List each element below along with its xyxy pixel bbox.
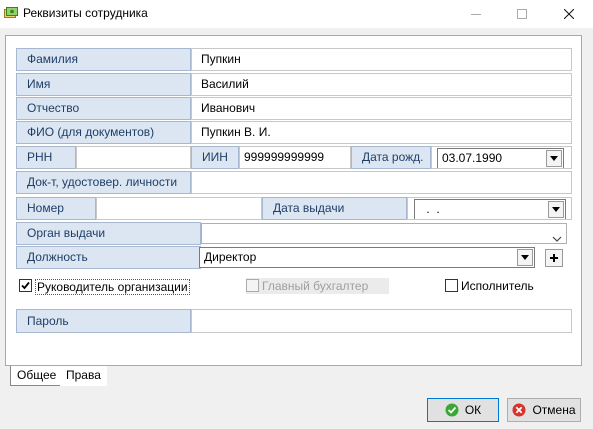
minimize-button[interactable] (453, 0, 499, 28)
issue-date-dropdown-button[interactable] (548, 201, 564, 218)
password-field[interactable] (191, 309, 572, 333)
password-label: Пароль (16, 309, 191, 333)
close-button[interactable] (546, 0, 592, 28)
issue-date-picker[interactable]: . . (414, 199, 566, 219)
issue-date-value: . . (423, 202, 440, 216)
issuer-combobox[interactable] (201, 223, 567, 244)
doc-number-label: Номер (16, 197, 96, 220)
checkbox-box[interactable] (445, 279, 458, 292)
full-name-docs-label: ФИО (для документов) (16, 121, 191, 144)
first-name-label: Имя (16, 73, 191, 96)
chevron-down-icon[interactable] (552, 230, 562, 243)
plus-icon (550, 254, 558, 262)
checkbox-box[interactable] (19, 279, 32, 292)
doc-number-field[interactable] (96, 197, 262, 220)
birth-date-value: 03.07.1990 (442, 151, 503, 165)
ok-label: ОК (464, 403, 482, 417)
id-document-label: Док-т, удостовер. личности (16, 171, 191, 194)
executor-label: Исполнитель (461, 279, 534, 293)
maximize-button[interactable] (499, 0, 545, 28)
cancel-label: Отмена (532, 403, 576, 417)
issuer-label: Орган выдачи (16, 222, 201, 245)
dropdown-arrow-icon (550, 156, 558, 161)
position-label: Должность (16, 246, 201, 269)
patronymic-label: Отчество (16, 97, 191, 120)
check-circle-icon (445, 403, 459, 417)
app-icon (4, 7, 18, 20)
dropdown-arrow-icon (552, 207, 560, 212)
rnn-field[interactable] (76, 146, 191, 169)
add-position-button[interactable] (545, 249, 563, 267)
title-bar: Реквизиты сотрудника (0, 0, 593, 28)
general-tab-panel: Фамилия Пупкин Имя Василий Отчество Иван… (5, 35, 582, 366)
last-name-field[interactable]: Пупкин (191, 48, 572, 71)
id-document-field[interactable] (191, 171, 572, 194)
cancel-circle-icon (512, 403, 526, 417)
birth-date-picker[interactable]: 03.07.1990 (437, 148, 564, 168)
first-name-field[interactable]: Василий (191, 73, 572, 96)
last-name-label: Фамилия (16, 48, 191, 71)
position-combobox[interactable]: Директор (199, 247, 535, 268)
birth-date-dropdown-button[interactable] (546, 150, 562, 167)
is-head-label: Руководитель организации (35, 279, 190, 295)
dropdown-arrow-icon (521, 255, 529, 260)
close-icon (564, 9, 574, 19)
full-name-docs-field[interactable]: Пупкин В. И. (191, 121, 572, 144)
patronymic-field[interactable]: Иванович (191, 97, 572, 120)
birth-date-cell: 03.07.1990 (431, 146, 572, 169)
position-value: Директор (204, 250, 257, 264)
issue-date-cell: . . (407, 197, 572, 220)
checkbox-box (246, 279, 259, 292)
checkmark-icon (21, 281, 30, 290)
birth-date-label: Дата рожд. (351, 146, 431, 169)
minimize-icon (471, 14, 481, 15)
chief-accountant-checkbox: Главный бухгалтер (246, 278, 389, 294)
maximize-icon (517, 9, 527, 19)
tab-rights[interactable]: Права (60, 366, 107, 386)
position-dropdown-button[interactable] (517, 249, 533, 266)
issue-date-label: Дата выдачи (262, 197, 407, 220)
cancel-button[interactable]: Отмена (507, 398, 581, 422)
chief-accountant-label: Главный бухгалтер (262, 279, 369, 293)
rnn-label: РНН (16, 146, 76, 169)
iin-field[interactable]: 999999999999 (239, 146, 351, 169)
window-title: Реквизиты сотрудника (23, 6, 148, 20)
iin-label: ИИН (191, 146, 239, 169)
tab-general[interactable]: Общее (10, 366, 64, 386)
ok-button[interactable]: ОК (427, 398, 499, 422)
